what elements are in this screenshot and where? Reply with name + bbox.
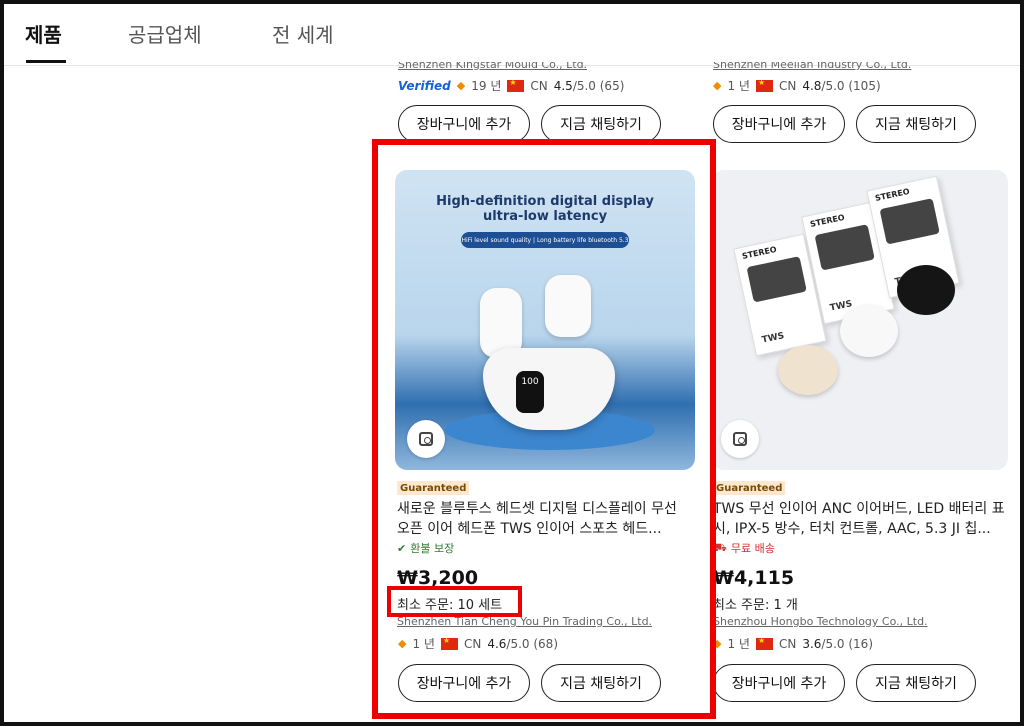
- supplier-years: 19 년: [471, 79, 502, 93]
- box-print: [746, 256, 807, 303]
- supplier-link[interactable]: Shenzhen Kingstar Mould Co., Ltd.: [398, 62, 698, 72]
- image-search-button[interactable]: [721, 420, 759, 458]
- highlight-box-min-order: [387, 586, 522, 617]
- box-print: [814, 224, 875, 271]
- search-tabs: 제품 공급업체 전 세계: [4, 4, 1020, 66]
- product-price: ₩4,115: [713, 567, 795, 589]
- min-order: 최소 주문: 1 개: [713, 598, 798, 613]
- box-brand: STEREO: [741, 244, 778, 261]
- china-flag-icon: [755, 636, 773, 650]
- rating-suffix: /5.0 (105): [821, 78, 881, 93]
- perk-label: 무료 배송: [730, 542, 775, 555]
- supplier-link[interactable]: Shenzhou Hongbo Technology Co., Ltd.: [713, 615, 928, 628]
- diamond-icon: ◆: [456, 79, 466, 92]
- black-earbud-case: [897, 265, 955, 315]
- highlight-box-product: [372, 139, 716, 719]
- supplier-country: CN: [530, 78, 548, 93]
- chat-now-button[interactable]: 지금 채팅하기: [856, 664, 976, 702]
- supplier-rating: 4.8/5.0 (105): [802, 79, 880, 93]
- add-to-cart-button[interactable]: 장바구니에 추가: [713, 105, 845, 143]
- supplier-meta: ◆ 1 년 CN 3.6/5.0 (16): [713, 635, 873, 652]
- tab-products[interactable]: 제품: [25, 19, 62, 48]
- chat-now-button[interactable]: 지금 채팅하기: [856, 105, 976, 143]
- supplier-years: 1 년: [727, 637, 750, 651]
- add-to-cart-button[interactable]: 장바구니에 추가: [398, 105, 530, 143]
- product-image[interactable]: STEREO TWS STEREO TWS STEREO TWS: [712, 170, 1008, 470]
- supplier-meta: Verified ◆ 19 년 CN 4.5/5.0 (65): [398, 77, 624, 94]
- box-model: TWS: [761, 331, 786, 346]
- product-title[interactable]: TWS 무선 인이어 ANC 이어버드, LED 배터리 표시, IPX-5 방…: [713, 499, 1005, 539]
- rating-suffix: /5.0 (16): [821, 636, 873, 651]
- supplier-rating: 4.5/5.0 (65): [554, 79, 625, 93]
- free-shipping: ⛟ 무료 배송: [713, 540, 775, 556]
- supplier-rating: 3.6/5.0 (16): [802, 637, 873, 651]
- active-tab-indicator: [26, 60, 66, 63]
- tab-worldwide[interactable]: 전 세계: [272, 19, 334, 48]
- box-brand: STEREO: [809, 212, 846, 229]
- rating-suffix: /5.0 (65): [572, 78, 625, 93]
- rating-value: 4.5: [553, 78, 573, 93]
- chat-now-button[interactable]: 지금 채팅하기: [541, 105, 661, 143]
- tab-suppliers[interactable]: 공급업체: [128, 19, 202, 48]
- box-brand: STEREO: [874, 186, 911, 203]
- supplier-country: CN: [778, 78, 797, 93]
- verified-badge: Verified: [398, 78, 451, 93]
- image-search-icon: [733, 432, 747, 446]
- rating-value: 4.8: [802, 78, 822, 93]
- supplier-link[interactable]: Shenzhen Meellan Industry Co., Ltd.: [713, 62, 1003, 72]
- china-flag-icon: [507, 78, 525, 92]
- guaranteed-badge: Guaranteed: [713, 481, 786, 495]
- white-earbud-case: [840, 305, 898, 357]
- supplier-years: 1 년: [727, 79, 750, 93]
- add-to-cart-button[interactable]: 장바구니에 추가: [713, 664, 845, 702]
- diamond-icon: ◆: [713, 79, 722, 92]
- beige-earbud-case: [778, 345, 838, 395]
- rating-value: 3.6: [802, 636, 822, 651]
- china-flag-icon: [755, 78, 773, 92]
- box-print: [879, 198, 940, 245]
- supplier-country: CN: [778, 636, 797, 651]
- supplier-meta: ◆ 1 년 CN 4.8/5.0 (105): [713, 77, 881, 94]
